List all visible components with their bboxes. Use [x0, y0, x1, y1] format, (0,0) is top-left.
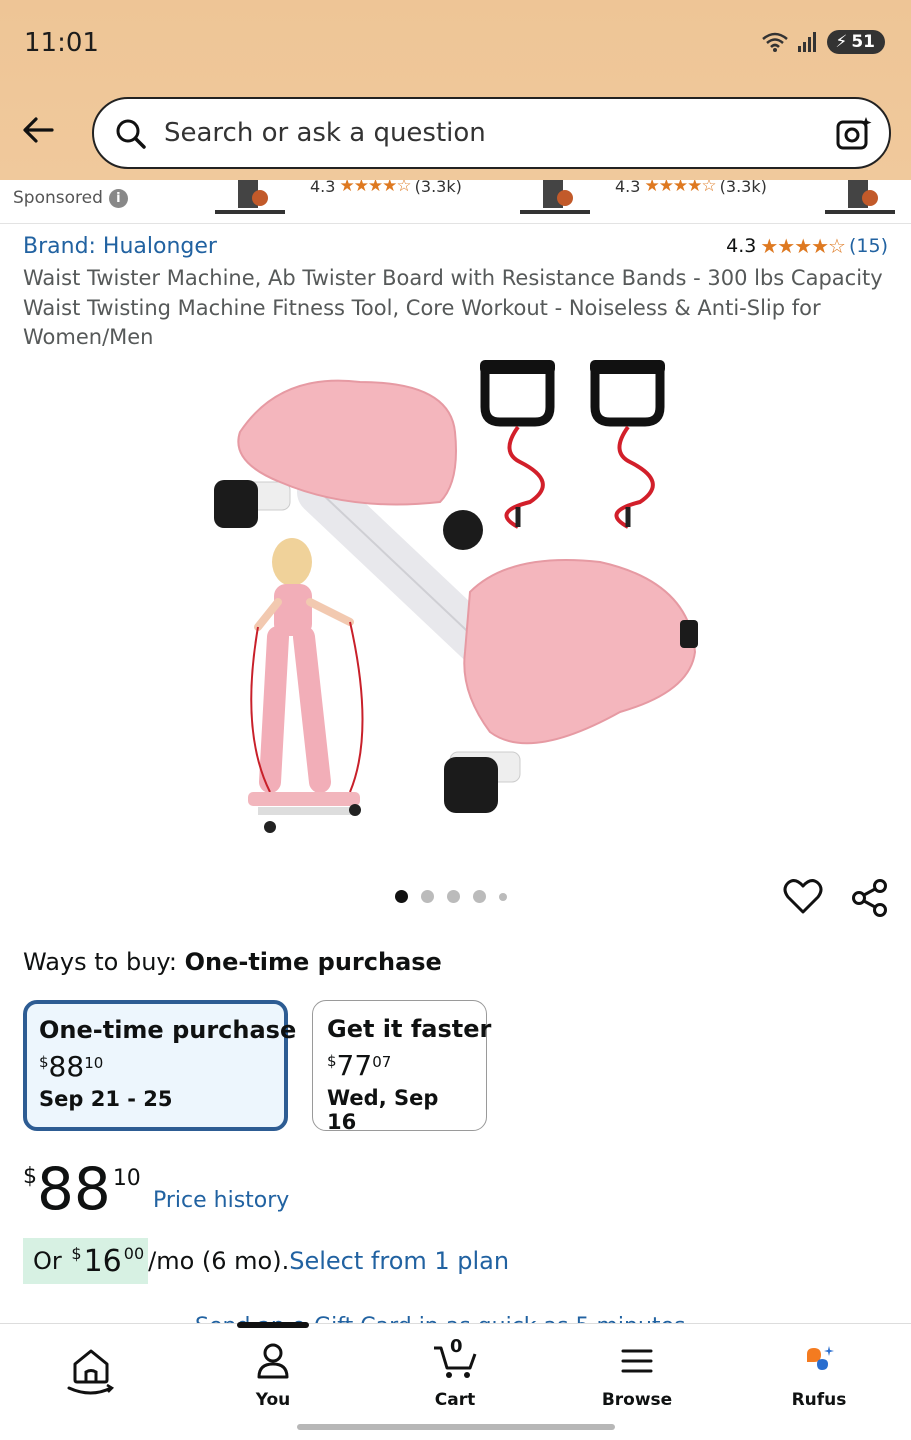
gesture-home-indicator[interactable] — [297, 1424, 615, 1430]
header: 11:01 ⚡ 51 Search or ask a question — [0, 0, 911, 180]
nav-label: You — [255, 1390, 291, 1410]
product-image[interactable] — [200, 352, 720, 852]
carousel-dot[interactable] — [473, 890, 486, 903]
sponsored-text: Sponsored — [13, 188, 103, 208]
product-rating[interactable]: 4.3 ★★★★☆ (15) — [726, 234, 888, 258]
installment-plan: Or $ 16 00 /mo (6 mo). Select from 1 pla… — [23, 1238, 509, 1284]
active-tab-indicator — [237, 1322, 309, 1328]
status-icons: ⚡ 51 — [761, 30, 885, 54]
nav-you[interactable]: You — [218, 1342, 328, 1410]
search-icon — [116, 119, 146, 149]
sponsored-rating-value: 4.3 — [310, 180, 336, 196]
rating-value: 4.3 — [726, 235, 757, 257]
nav-cart[interactable]: 0 Cart — [400, 1336, 510, 1410]
sponsored-strip[interactable]: Sponsored i 4.3 ★★★★☆ (3.3k) 4.3 ★★★★☆ (… — [0, 180, 911, 224]
status-time: 11:01 — [24, 28, 99, 58]
rating-count[interactable]: (15) — [849, 235, 888, 257]
price-currency: $ — [39, 1053, 49, 1071]
sponsored-rating-value: 4.3 — [615, 180, 641, 196]
home-icon — [67, 1349, 115, 1395]
search-bar[interactable]: Search or ask a question — [92, 97, 891, 169]
installment-cents: 00 — [123, 1244, 145, 1263]
battery-level: 51 — [851, 32, 875, 52]
select-plan-link[interactable]: Select from 1 plan — [289, 1247, 509, 1275]
star-rating-icon: ★★★★☆ — [760, 234, 846, 258]
ways-to-buy: Ways to buy: One-time purchase — [23, 948, 442, 976]
option-price: $ 88 10 — [39, 1050, 272, 1083]
installment-badge: Or $ 16 00 — [23, 1238, 149, 1284]
rufus-icon — [807, 1346, 834, 1370]
search-input[interactable]: Search or ask a question — [164, 118, 486, 148]
price-history-link[interactable]: Price history — [153, 1188, 289, 1213]
brand-row: Brand: Hualonger 4.3 ★★★★☆ (15) — [23, 234, 888, 264]
sponsored-product-image[interactable] — [515, 180, 595, 216]
star-rating-icon: ★★★★☆ — [339, 180, 411, 196]
option-delivery-date: Sep 21 - 25 — [39, 1087, 173, 1111]
installment-amount: 16 — [83, 1243, 122, 1279]
option-delivery-date: Wed, Sep 16 — [327, 1086, 439, 1134]
nav-label: Rufus — [791, 1390, 847, 1410]
carousel-dot[interactable] — [499, 892, 507, 901]
sponsored-rating: 4.3 ★★★★☆ (3.3k) — [310, 180, 462, 196]
option-price: $ 77 07 — [327, 1049, 472, 1082]
product-title: Waist Twister Machine, Ab Twister Board … — [23, 266, 883, 349]
sponsored-label: Sponsored i — [13, 188, 128, 208]
wifi-icon — [762, 32, 789, 52]
nav-rufus[interactable]: Rufus — [764, 1342, 874, 1410]
info-icon[interactable]: i — [108, 188, 128, 208]
option-one-time-purchase[interactable]: One-time purchase $ 88 10 Sep 21 - 25 — [23, 1000, 297, 1131]
price-currency: $ — [23, 1164, 37, 1189]
signal-icon — [798, 32, 817, 52]
price-dollars: 77 — [336, 1049, 373, 1082]
price-cents: 10 — [112, 1166, 141, 1191]
share-icon[interactable] — [850, 878, 890, 918]
installment-prefix: Or — [33, 1247, 62, 1275]
battery-indicator: ⚡ 51 — [827, 30, 885, 54]
brand-link[interactable]: Brand: Hualonger — [23, 234, 217, 259]
option-get-it-faster[interactable]: Get it faster $ 77 07 Wed, Sep 16 — [312, 1000, 492, 1134]
sponsored-rating: 4.3 ★★★★☆ (3.3k) — [615, 180, 767, 196]
carousel-dot[interactable] — [421, 890, 434, 903]
price-currency: $ — [327, 1052, 337, 1070]
star-rating-icon: ★★★★☆ — [644, 180, 716, 196]
cart-badge: 0 — [450, 1336, 463, 1357]
installment-currency: $ — [71, 1244, 82, 1263]
nav-browse[interactable]: Browse — [582, 1342, 692, 1410]
nav-label: Cart — [434, 1390, 476, 1410]
bottom-nav: You 0 Cart Browse Rufus — [0, 1322, 911, 1440]
main-price: $ 88 10 — [23, 1160, 141, 1218]
carousel-dot[interactable] — [447, 890, 460, 903]
sponsored-product-image[interactable] — [210, 180, 290, 216]
sponsored-rating-count: (3.3k) — [414, 180, 462, 196]
ways-to-buy-label: Ways to buy: — [23, 948, 177, 976]
back-arrow-icon[interactable] — [18, 110, 58, 150]
carousel-dot[interactable] — [395, 890, 408, 903]
nav-label: Browse — [601, 1390, 673, 1410]
nav-home[interactable] — [36, 1342, 146, 1402]
charging-icon: ⚡ — [835, 32, 848, 52]
camera-search-icon[interactable] — [835, 115, 873, 153]
option-title: One-time purchase — [39, 1016, 297, 1044]
sponsored-product-image[interactable] — [820, 180, 900, 216]
price-cents: 07 — [372, 1053, 392, 1071]
ways-to-buy-selected: One-time purchase — [184, 948, 442, 976]
heart-icon[interactable] — [783, 878, 823, 916]
option-title: Get it faster — [327, 1015, 492, 1043]
sponsored-rating-count: (3.3k) — [719, 180, 767, 196]
installment-term: /mo (6 mo). — [148, 1247, 290, 1275]
person-icon — [257, 1343, 289, 1379]
image-carousel-dots[interactable] — [395, 890, 507, 903]
price-dollars: 88 — [37, 1155, 111, 1223]
menu-icon — [621, 1349, 653, 1373]
price-cents: 10 — [84, 1054, 104, 1072]
price-dollars: 88 — [48, 1050, 85, 1083]
